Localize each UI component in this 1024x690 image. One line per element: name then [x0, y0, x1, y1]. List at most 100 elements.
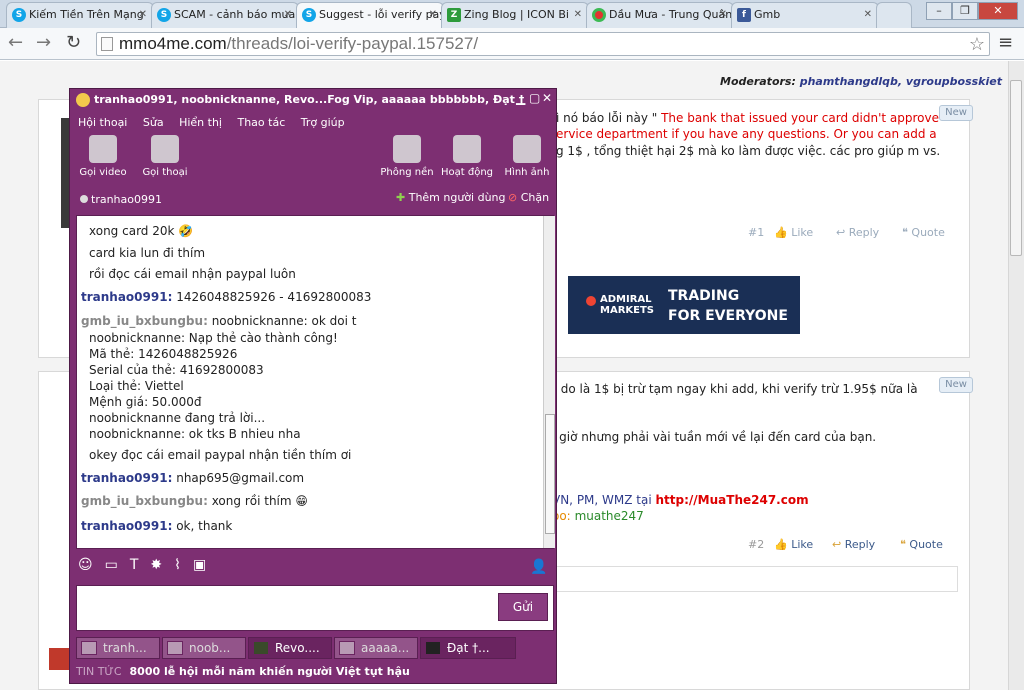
- like-icon: 👍: [774, 538, 792, 551]
- bookmark-star-icon[interactable]: ☆: [969, 33, 985, 55]
- page-icon: [101, 37, 113, 51]
- post-number[interactable]: #1: [748, 226, 764, 239]
- quote-icon: ❝: [900, 538, 910, 551]
- avatar: [167, 641, 183, 655]
- browser-tab[interactable]: f Gmb ✕: [731, 2, 879, 28]
- restore-icon[interactable]: ❐: [952, 2, 978, 20]
- chat-message: Mệnh giá: 50.000đ: [89, 395, 202, 409]
- menu-icon[interactable]: ≡: [998, 34, 1013, 52]
- webcam-icon: [89, 135, 117, 163]
- add-user-button[interactable]: ✚ Thêm người dùng: [396, 191, 506, 204]
- signature-line: oo: muathe247: [552, 509, 644, 523]
- chat-message: noobnicknanne đang trả lời...: [89, 411, 266, 425]
- menu-item-edit[interactable]: Sửa: [143, 116, 164, 129]
- chat-message: gmb_iu_bxbungbu: xong rồi thím 😁: [81, 494, 308, 508]
- conversation-tab[interactable]: Đạt †...: [420, 637, 516, 659]
- zing-icon: Z: [447, 8, 461, 22]
- post-text: r do là 1$ bị trừ tạm ngay khi add, khi …: [552, 382, 918, 396]
- message-scrollbar[interactable]: [543, 216, 555, 548]
- activities-button[interactable]: Hoạt động: [440, 135, 494, 178]
- avatar: [81, 641, 97, 655]
- browser-tab[interactable]: S Kiếm Tiền Trên Mạng ✕: [6, 2, 154, 28]
- ad-brand-line: MARKETS: [600, 305, 654, 316]
- browser-toolbar: ← → ↻ mmo4me.com/threads/loi-verify-payp…: [0, 28, 1024, 60]
- close-tab-icon[interactable]: ✕: [864, 3, 872, 27]
- browser-tab-strip: S Kiếm Tiền Trên Mạng ✕ S SCAM - cảnh báo m…: [0, 0, 1024, 29]
- minimize-icon[interactable]: ▁: [516, 91, 525, 105]
- photos-icon: [513, 135, 541, 163]
- chat-message: Mã thẻ: 1426048825926: [89, 347, 238, 361]
- like-icon: 👍: [774, 226, 792, 239]
- message-input[interactable]: [76, 585, 554, 631]
- close-window-icon[interactable]: ✕: [978, 2, 1018, 20]
- new-badge: New: [939, 377, 973, 393]
- forward-icon[interactable]: →: [36, 34, 51, 52]
- emoticon-icon[interactable]: ☺: [78, 557, 105, 573]
- like-button[interactable]: 👍 Like: [774, 538, 813, 551]
- chess-icon: [453, 135, 481, 163]
- photos-button[interactable]: Hình ảnh: [500, 135, 554, 178]
- quote-button[interactable]: ❝ Quote: [900, 538, 943, 551]
- post-number[interactable]: #2: [748, 538, 764, 551]
- like-button[interactable]: 👍 Like: [774, 226, 813, 239]
- skype-icon: S: [302, 8, 316, 22]
- chat-message: noobnicknanne: ok tks B nhieu nha: [89, 427, 301, 441]
- page-scrollbar-thumb[interactable]: [1010, 80, 1022, 256]
- buzz-icon[interactable]: ✸: [150, 557, 174, 573]
- quote-button[interactable]: ❝ Quote: [902, 226, 945, 239]
- chat-title: tranhao0991, noobnicknanne, Revo...Fog V…: [94, 93, 524, 106]
- close-icon[interactable]: ✕: [542, 91, 552, 105]
- block-button[interactable]: ⊘ Chặn: [508, 191, 549, 204]
- ad-brand: ADMIRAL MARKETS: [600, 294, 654, 316]
- quick-reply-box[interactable]: [552, 566, 958, 592]
- browser-tab[interactable]: SSCAM - cảnh báo mua bán✕: [151, 2, 299, 28]
- menu-item-help[interactable]: Trợ giúp: [301, 116, 345, 129]
- chat-message: rồi đọc cái email nhận paypal luôn: [89, 267, 296, 281]
- voice-call-button[interactable]: Gọi thoại: [138, 135, 192, 178]
- browser-tab[interactable]: Dầu Mưa - Trung Quân ✕: [586, 2, 734, 28]
- conversation-tab[interactable]: tranh...: [76, 637, 160, 659]
- conversation-tab[interactable]: aaaaa...: [334, 637, 418, 659]
- browser-tab-active[interactable]: SSuggest - lỗi verify paypal✕: [296, 2, 444, 29]
- screenshot-icon[interactable]: ▣: [193, 557, 218, 573]
- post-text: g 1$ , tổng thiệt hại 2$ mà ko làm được …: [556, 144, 941, 158]
- new-badge: New: [939, 105, 973, 121]
- reload-icon[interactable]: ↻: [66, 34, 81, 52]
- ad-slogan: TRADING FOR EVERYONE: [668, 286, 788, 326]
- post-text: i giờ nhưng phải vài tuần mới về lại đến…: [552, 430, 877, 444]
- plus-icon: ✚: [396, 191, 406, 204]
- menu-item-view[interactable]: Hiển thị: [179, 116, 222, 129]
- minimize-icon[interactable]: –: [926, 2, 952, 20]
- conversation-tab-active[interactable]: Revo....: [248, 637, 332, 659]
- address-bar[interactable]: mmo4me.com/threads/loi-verify-paypal.157…: [96, 32, 990, 56]
- close-tab-icon[interactable]: ✕: [429, 3, 437, 27]
- send-button[interactable]: Gửi: [498, 593, 548, 621]
- conversation-tab[interactable]: noob...: [162, 637, 246, 659]
- reply-button[interactable]: ↩ Reply: [836, 226, 879, 239]
- close-tab-icon[interactable]: ✕: [574, 3, 582, 27]
- attach-icon[interactable]: ⌇: [174, 557, 193, 573]
- admiral-markets-ad[interactable]: ADMIRAL MARKETS TRADING FOR EVERYONE: [568, 276, 800, 334]
- browser-tab[interactable]: Z Zing Blog | ICON Bi ✕: [441, 2, 589, 28]
- reply-button[interactable]: ↩ Reply: [832, 538, 875, 551]
- message-scrollbar-thumb[interactable]: [545, 414, 555, 534]
- contact-icon[interactable]: 👤: [530, 559, 547, 575]
- status-dot-icon: [80, 195, 88, 203]
- skype-icon: S: [157, 8, 171, 22]
- menu-item-conversation[interactable]: Hội thoại: [78, 116, 127, 129]
- video-call-button[interactable]: Gọi video: [76, 135, 130, 178]
- post-text: ì nó báo lỗi này " The bank that issued …: [556, 111, 939, 125]
- background-button[interactable]: Phông nền: [380, 135, 434, 178]
- new-tab-button[interactable]: [876, 2, 912, 28]
- menu-item-actions[interactable]: Thao tác: [237, 116, 285, 129]
- signature-line: VN, PM, WMZ tại http://MuaThe247.com: [552, 493, 809, 507]
- font-icon[interactable]: T: [130, 557, 151, 573]
- close-tab-icon[interactable]: ✕: [139, 3, 147, 27]
- nudge-icon[interactable]: ▭: [105, 557, 130, 573]
- close-tab-icon[interactable]: ✕: [719, 3, 727, 27]
- news-ticker[interactable]: TIN TỨC 8000 lễ hội mỗi năm khiến người V…: [76, 665, 410, 678]
- maximize-icon[interactable]: ▢: [529, 91, 540, 105]
- message-history[interactable]: xong card 20k 🤣 card kia lun đi thím rồi…: [76, 215, 555, 549]
- back-icon[interactable]: ←: [8, 34, 23, 52]
- close-tab-icon[interactable]: ✕: [284, 3, 292, 27]
